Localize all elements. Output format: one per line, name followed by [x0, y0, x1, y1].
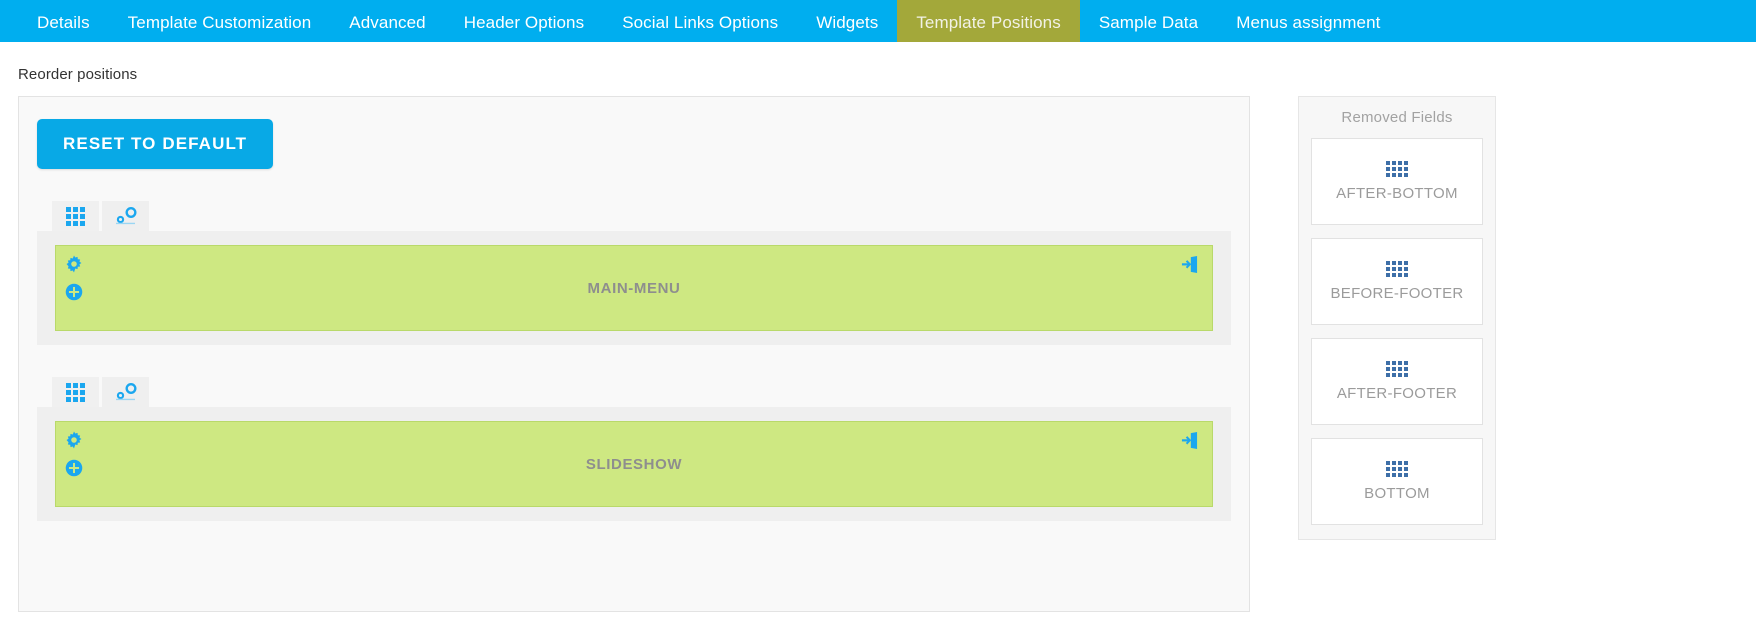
tab-menus-assignment[interactable]: Menus assignment — [1217, 0, 1399, 44]
grid-icon — [1386, 461, 1408, 477]
grid-icon — [66, 206, 85, 226]
tab-template-positions[interactable]: Template Positions — [897, 0, 1080, 44]
tab-widgets[interactable]: Widgets — [797, 0, 897, 44]
gear-icon[interactable] — [65, 255, 83, 273]
position-tab-grid[interactable] — [52, 201, 99, 231]
grid-icon — [1386, 361, 1408, 377]
grid-icon — [66, 382, 85, 402]
removed-field-label: BOTTOM — [1364, 485, 1430, 502]
tab-advanced[interactable]: Advanced — [330, 0, 444, 44]
reorder-positions-label: Reorder positions — [18, 66, 138, 83]
reorder-panel: RESET TO DEFAULT MAIN-MENU SLIDESHOW — [18, 96, 1250, 612]
positions-columns: RESET TO DEFAULT MAIN-MENU SLIDESHOW Rem… — [18, 96, 1738, 612]
position-group-slideshow: SLIDESHOW — [37, 377, 1231, 521]
sign-in-icon[interactable] — [1181, 256, 1198, 273]
removed-field-card-after-bottom[interactable]: AFTER-BOTTOM — [1311, 138, 1483, 225]
position-tabstrip — [37, 377, 1231, 407]
removed-fields-panel: Removed Fields AFTER-BOTTOM BEFORE-FOOTE… — [1298, 96, 1496, 540]
tab-header-options[interactable]: Header Options — [445, 0, 603, 44]
position-body: MAIN-MENU — [37, 231, 1231, 345]
grid-icon — [1386, 261, 1408, 277]
position-bar-main-menu[interactable]: MAIN-MENU — [55, 245, 1213, 331]
removed-fields-title: Removed Fields — [1341, 109, 1453, 126]
nodes-icon — [115, 207, 136, 225]
removed-field-label: AFTER-BOTTOM — [1336, 185, 1458, 202]
removed-field-label: AFTER-FOOTER — [1336, 385, 1458, 402]
plus-circle-icon[interactable] — [65, 283, 83, 301]
position-label-slideshow: SLIDESHOW — [585, 455, 683, 473]
tab-social-links-options[interactable]: Social Links Options — [603, 0, 797, 44]
position-bar-actions — [65, 255, 83, 301]
tab-sample-data[interactable]: Sample Data — [1080, 0, 1217, 44]
nodes-icon — [115, 383, 136, 401]
tab-template-customization[interactable]: Template Customization — [109, 0, 331, 44]
gear-icon[interactable] — [65, 431, 83, 449]
removed-field-label: BEFORE-FOOTER — [1330, 285, 1464, 302]
position-body: SLIDESHOW — [37, 407, 1231, 521]
tab-details[interactable]: Details — [18, 0, 109, 44]
position-bar-actions — [65, 431, 83, 477]
position-tab-grid[interactable] — [52, 377, 99, 407]
position-group-main-menu: MAIN-MENU — [37, 201, 1231, 345]
position-tab-nodes[interactable] — [102, 201, 149, 231]
template-positions-page: Reorder positions RESET TO DEFAULT MAIN-… — [0, 66, 1756, 612]
sign-in-icon[interactable] — [1181, 432, 1198, 449]
template-tab-bar: Details Template Customization Advanced … — [0, 0, 1756, 44]
plus-circle-icon[interactable] — [65, 459, 83, 477]
removed-field-card-bottom[interactable]: BOTTOM — [1311, 438, 1483, 525]
removed-field-card-after-footer[interactable]: AFTER-FOOTER — [1311, 338, 1483, 425]
removed-field-card-before-footer[interactable]: BEFORE-FOOTER — [1311, 238, 1483, 325]
position-label-main-menu: MAIN-MENU — [587, 279, 681, 297]
position-tab-nodes[interactable] — [102, 377, 149, 407]
reset-to-default-button[interactable]: RESET TO DEFAULT — [37, 119, 274, 169]
position-bar-slideshow[interactable]: SLIDESHOW — [55, 421, 1213, 507]
grid-icon — [1386, 161, 1408, 177]
position-tabstrip — [37, 201, 1231, 231]
